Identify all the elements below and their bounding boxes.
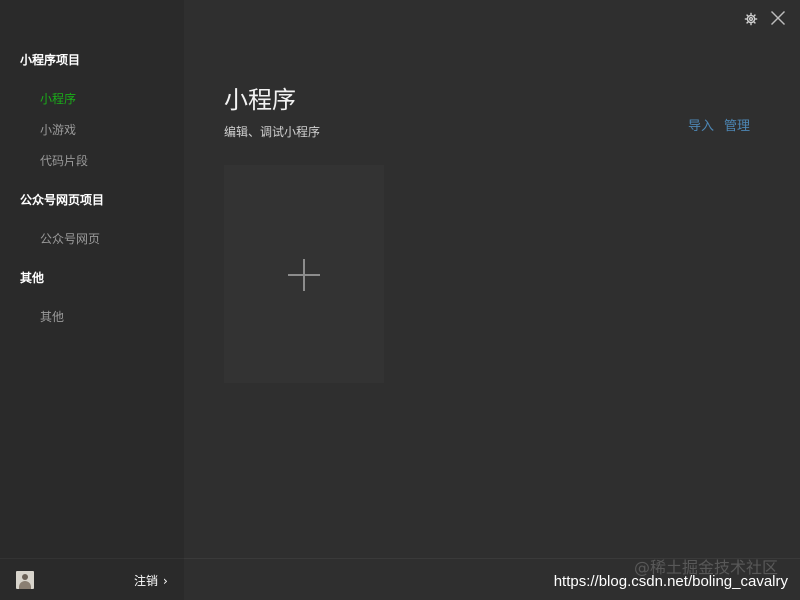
avatar[interactable] [16, 571, 34, 589]
sidebar-footer: 注销 › [0, 558, 184, 600]
sidebar-item-miniprogram[interactable]: 小程序 [40, 90, 76, 107]
sidebar: 小程序项目 小程序 小游戏 代码片段 公众号网页项目 公众号网页 其他 其他 注… [0, 0, 184, 600]
logout-label: 注销 [134, 574, 159, 588]
manage-link[interactable]: 管理 [724, 115, 750, 134]
close-icon[interactable] [770, 10, 786, 30]
sidebar-item-code-snippet[interactable]: 代码片段 [40, 152, 88, 169]
chevron-right-icon: › [163, 573, 168, 588]
gear-icon[interactable] [744, 11, 758, 30]
add-project-card[interactable] [224, 165, 384, 383]
sidebar-section-miniprogram: 小程序项目 [20, 53, 81, 67]
watermark-url: https://blog.csdn.net/boling_cavalry [553, 573, 788, 590]
page-title: 小程序 [224, 86, 296, 114]
sidebar-section-other: 其他 [20, 271, 45, 285]
logout-button[interactable]: 注销 › [134, 572, 168, 589]
import-link[interactable]: 导入 [688, 115, 714, 134]
action-links: 导入 管理 [688, 115, 750, 134]
page-subtitle: 编辑、调试小程序 [224, 125, 321, 139]
sidebar-item-minigame[interactable]: 小游戏 [40, 121, 76, 138]
sidebar-item-official-account-web[interactable]: 公众号网页 [40, 230, 100, 247]
sidebar-item-other[interactable]: 其他 [40, 308, 64, 325]
sidebar-section-official-account: 公众号网页项目 [20, 193, 105, 207]
window-controls [744, 10, 786, 30]
